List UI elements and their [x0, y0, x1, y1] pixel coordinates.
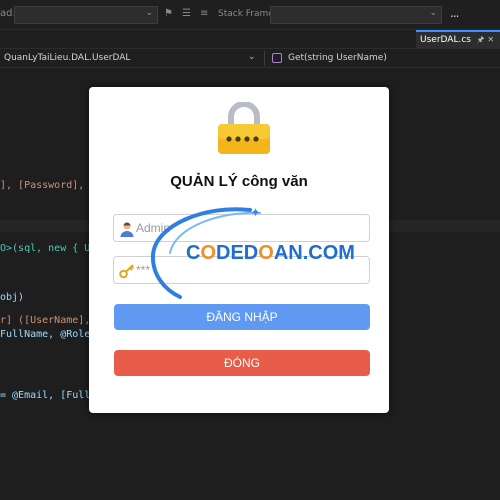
chevron-down-icon[interactable]: ⌄: [248, 52, 256, 62]
code-line: FullName, @Role): [0, 329, 97, 340]
thread-icon[interactable]: ☰: [182, 8, 191, 19]
process-dropdown[interactable]: ⌄: [14, 6, 158, 24]
tab-userdal[interactable]: UserDAL.cs 🖈 ✕: [416, 30, 500, 48]
dialog-title: QUẢN LÝ công văn: [170, 173, 308, 190]
method-icon: [272, 53, 282, 63]
method-selector[interactable]: Get(string UserName): [288, 53, 387, 63]
sparkle-icon: ✦: [250, 206, 261, 221]
user-icon: [120, 222, 134, 237]
more-options-button[interactable]: ...: [450, 6, 460, 20]
login-button[interactable]: ĐĂNG NHẬP: [114, 304, 370, 330]
stack-frame-label: Stack Frame:: [218, 9, 277, 19]
document-tab-bar: UserDAL.cs 🖈 ✕: [0, 30, 500, 48]
chevron-down-icon: ⌄: [429, 8, 437, 18]
class-selector[interactable]: QuanLyTaiLieu.DAL.UserDAL: [4, 53, 130, 63]
watermark-logo: CODEDOAN.COM: [186, 242, 355, 264]
code-line: r] ([UserName],: [0, 315, 91, 326]
close-button[interactable]: ĐÓNG: [114, 350, 370, 376]
ide-toolbar: ad: ⌄ ⚑ ☰ ≡ Stack Frame: ⌄ ...: [0, 0, 500, 30]
stack-icon: ≡: [200, 8, 209, 19]
key-icon: [119, 264, 135, 279]
code-line: ], [Password], [: [0, 180, 97, 191]
stack-frame-dropdown[interactable]: ⌄: [270, 6, 442, 24]
flag-icon[interactable]: ⚑: [164, 8, 173, 19]
pin-icon[interactable]: 🖈: [477, 35, 484, 44]
tab-label: UserDAL.cs: [420, 35, 471, 45]
code-line: obj): [0, 292, 25, 303]
close-icon[interactable]: ✕: [487, 35, 494, 44]
divider: [264, 51, 265, 66]
code-line: O>(sql, new { Us: [0, 243, 97, 254]
lock-icon: [218, 102, 270, 154]
password-value: ***: [136, 263, 151, 277]
chevron-down-icon: ⌄: [145, 8, 153, 18]
code-line: = @Email, [FullN: [0, 390, 97, 401]
navigation-bar: QuanLyTaiLieu.DAL.UserDAL ⌄ Get(string U…: [0, 48, 500, 68]
